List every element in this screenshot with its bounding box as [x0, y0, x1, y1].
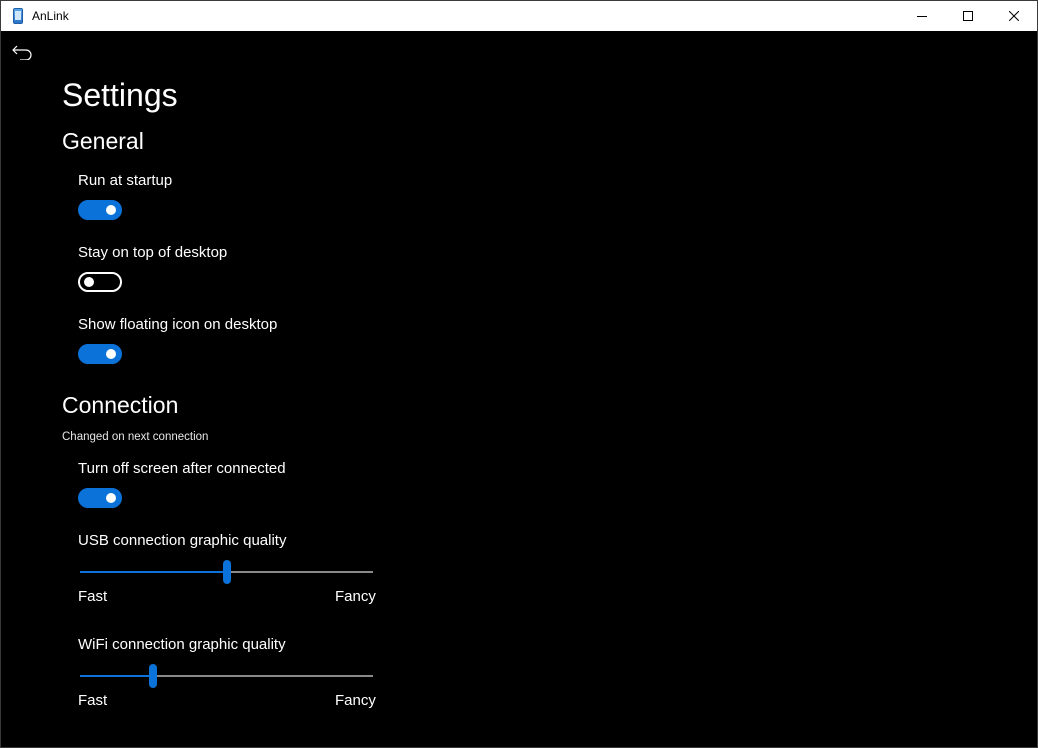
toggle-knob — [106, 205, 116, 215]
maximize-icon — [963, 11, 973, 21]
stay-on-top-label: Stay on top of desktop — [78, 244, 228, 261]
wifi-quality-slider[interactable] — [80, 664, 373, 688]
connection-note: Changed on next connection — [62, 431, 209, 443]
wifi-quality-min-label: Fast — [78, 692, 108, 709]
title-bar[interactable]: AnLink — [1, 1, 1037, 31]
close-icon — [1009, 11, 1019, 21]
run-at-startup-label: Run at startup — [78, 172, 173, 189]
section-title-general: General — [62, 128, 144, 154]
settings-page: Settings General Run at startup Stay on … — [1, 31, 1037, 747]
stay-on-top-toggle[interactable] — [78, 272, 122, 292]
minimize-button[interactable] — [899, 1, 945, 31]
slider-fill — [80, 571, 227, 573]
app-window: AnLink Settings General Run at startup S… — [0, 0, 1038, 748]
slider-thumb[interactable] — [223, 560, 231, 584]
section-title-connection: Connection — [62, 392, 179, 418]
window-title: AnLink — [32, 9, 69, 23]
screen-off-toggle[interactable] — [78, 488, 122, 508]
floating-icon-toggle[interactable] — [78, 344, 122, 364]
wifi-quality-max-label: Fancy — [335, 692, 376, 709]
toggle-knob — [106, 493, 116, 503]
minimize-icon — [917, 16, 927, 17]
usb-quality-max-label: Fancy — [335, 588, 376, 605]
screen-off-label: Turn off screen after connected — [78, 460, 286, 477]
phone-app-icon — [13, 8, 23, 24]
back-button[interactable] — [9, 41, 35, 63]
slider-fill — [80, 675, 153, 677]
slider-thumb[interactable] — [149, 664, 157, 688]
usb-quality-label: USB connection graphic quality — [78, 532, 287, 549]
page-title: Settings — [62, 77, 178, 113]
toggle-knob — [84, 277, 94, 287]
back-arrow-icon — [12, 45, 32, 60]
run-at-startup-toggle[interactable] — [78, 200, 122, 220]
toggle-knob — [106, 349, 116, 359]
floating-icon-label: Show floating icon on desktop — [78, 316, 278, 333]
wifi-quality-label: WiFi connection graphic quality — [78, 636, 286, 653]
close-button[interactable] — [991, 1, 1037, 31]
usb-quality-min-label: Fast — [78, 588, 108, 605]
usb-quality-slider[interactable] — [80, 560, 373, 584]
maximize-button[interactable] — [945, 1, 991, 31]
